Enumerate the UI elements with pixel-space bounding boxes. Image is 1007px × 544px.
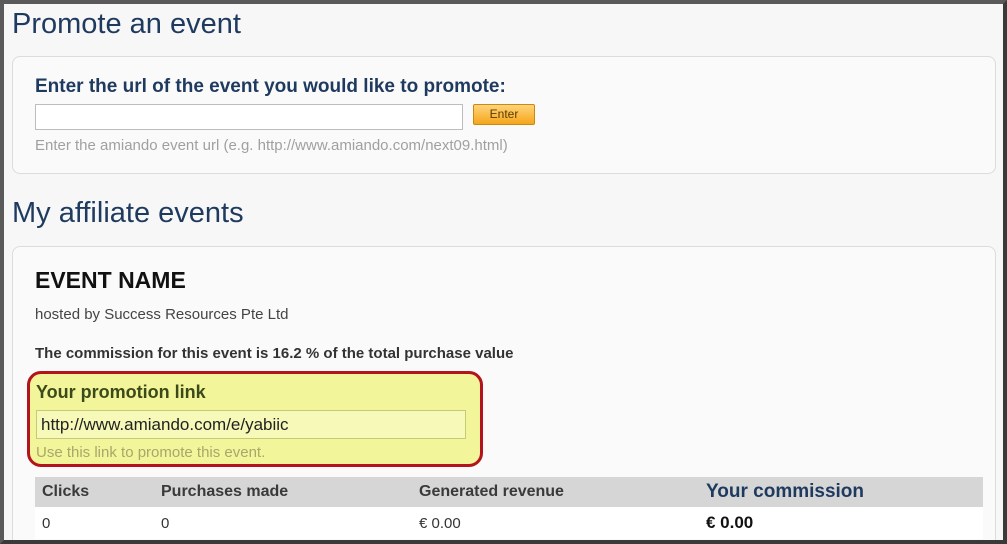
cell-clicks: 0 [35,507,154,539]
event-name: EVENT NAME [35,267,186,293]
enter-button[interactable]: Enter [473,104,535,125]
cell-commission: € 0.00 [699,507,983,539]
promotion-link-box: Your promotion link Use this link to pro… [27,371,483,467]
table-row: 0 0 € 0.00 € 0.00 [35,507,983,539]
header-revenue: Generated revenue [412,477,699,507]
affiliate-stats-table: Clicks Purchases made Generated revenue … [35,477,983,539]
event-host: hosted by Success Resources Pte Ltd [35,306,289,323]
page-frame: Promote an event Enter the url of the ev… [0,0,1007,544]
promotion-link-hint: Use this link to promote this event. [36,444,266,461]
promote-url-label: Enter the url of the event you would lik… [35,76,506,97]
promotion-link-title: Your promotion link [36,382,206,402]
commission-rate-text: The commission for this event is 16.2 % … [35,345,514,362]
affiliate-heading: My affiliate events [12,197,244,229]
affiliate-event-panel: EVENT NAME hosted by Success Resources P… [12,246,996,540]
cell-purchases: 0 [154,507,412,539]
promote-panel: Enter the url of the event you would lik… [12,56,996,174]
cell-revenue: € 0.00 [412,507,699,539]
event-url-input[interactable] [35,104,463,130]
promotion-link-field[interactable] [36,410,466,439]
header-commission: Your commission [699,477,983,507]
event-url-hint: Enter the amiando event url (e.g. http:/… [35,137,508,154]
header-purchases: Purchases made [154,477,412,507]
page-title: Promote an event [12,8,241,40]
table-header-row: Clicks Purchases made Generated revenue … [35,477,983,507]
header-clicks: Clicks [35,477,154,507]
